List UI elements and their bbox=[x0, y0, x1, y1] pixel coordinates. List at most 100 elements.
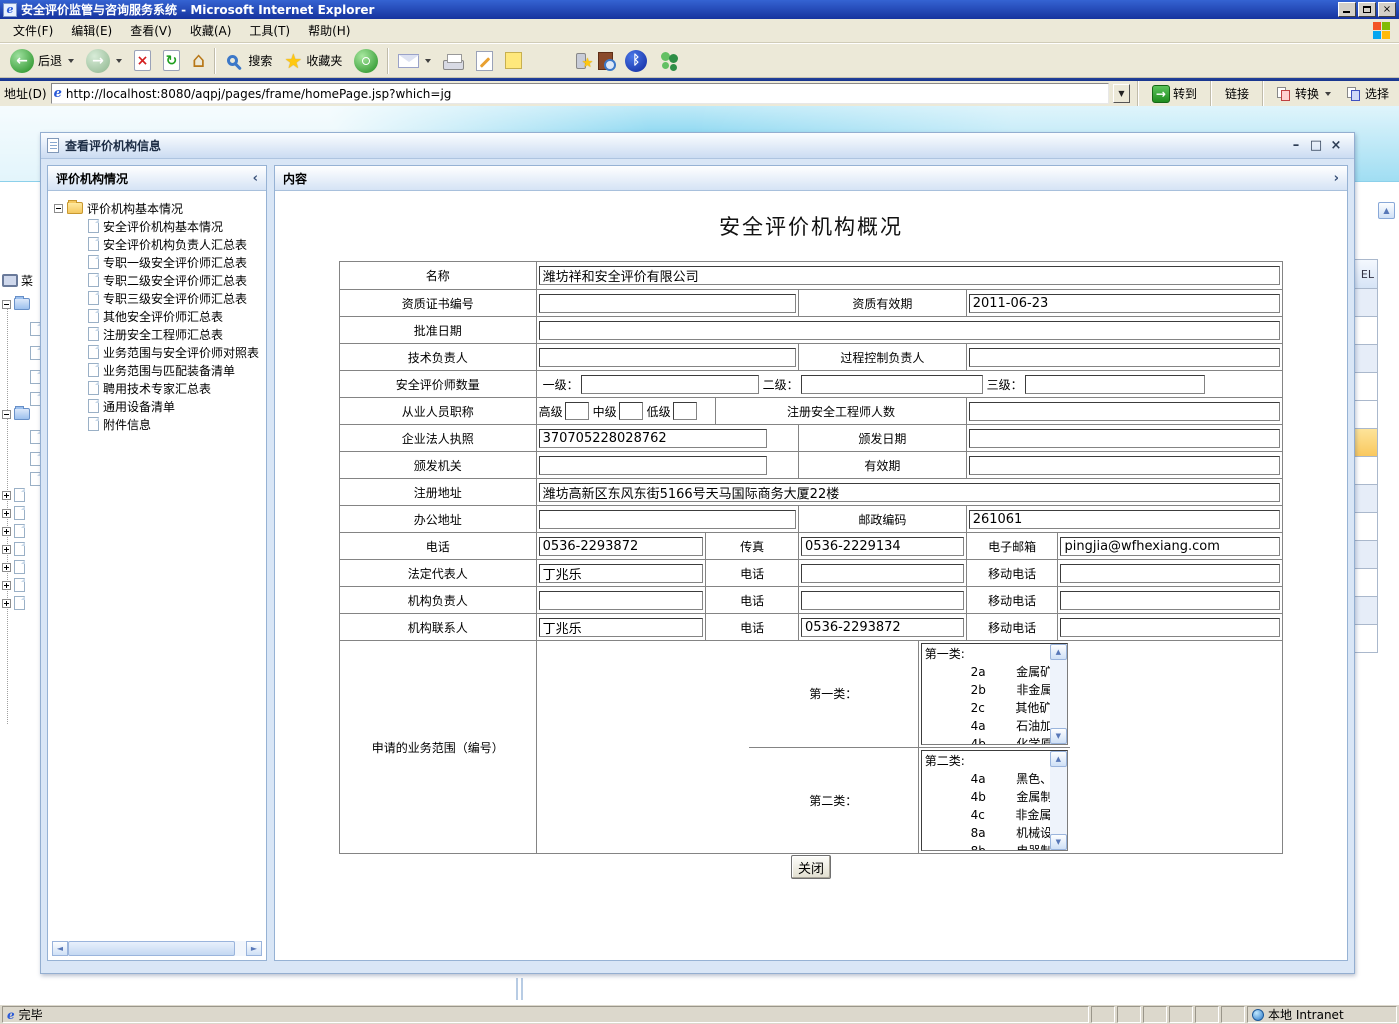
tree-item-label[interactable]: 专职一级安全评价师汇总表 bbox=[103, 254, 247, 271]
tree-item[interactable]: 专职三级安全评价师汇总表 bbox=[54, 289, 264, 307]
office-address-input[interactable] bbox=[539, 510, 796, 529]
address-input[interactable]: e http://localhost:8080/aqpj/pages/frame… bbox=[51, 83, 1109, 104]
mobile-favorites-button[interactable] bbox=[570, 46, 592, 76]
address-url[interactable]: http://localhost:8080/aqpj/pages/frame/h… bbox=[66, 87, 452, 101]
textarea-scrollbar[interactable]: ▲ ▼ bbox=[1050, 644, 1067, 744]
tree-item-label[interactable]: 安全评价机构负责人汇总表 bbox=[103, 236, 247, 253]
frame-splitter[interactable] bbox=[516, 978, 523, 1000]
close-form-button[interactable]: 关闭 bbox=[791, 855, 831, 879]
tree-collapse-icon[interactable] bbox=[54, 204, 63, 213]
mail-dropdown-icon[interactable] bbox=[425, 59, 431, 63]
select-button[interactable]: 选择 bbox=[1341, 79, 1395, 109]
dialog-maximize-icon[interactable]: □ bbox=[1306, 138, 1326, 153]
org-contact-phone-input[interactable] bbox=[801, 618, 964, 637]
print-button[interactable] bbox=[437, 46, 470, 76]
convert-button[interactable]: 转换 bbox=[1271, 79, 1337, 109]
bluetooth-button[interactable]: ᛒ bbox=[619, 46, 653, 76]
tree-item-label[interactable]: 安全评价机构基本情况 bbox=[103, 218, 223, 235]
minimize-button[interactable] bbox=[1338, 2, 1356, 17]
tree-item-label[interactable]: 专职三级安全评价师汇总表 bbox=[103, 290, 247, 307]
org-head-input[interactable] bbox=[539, 591, 704, 610]
tree-item-label[interactable]: 附件信息 bbox=[103, 416, 151, 433]
tree-expand-icon[interactable] bbox=[2, 599, 11, 608]
org-contact-input[interactable] bbox=[539, 618, 704, 637]
postcode-input[interactable] bbox=[969, 510, 1280, 529]
level1-count-input[interactable] bbox=[581, 375, 759, 394]
tree-collapse-icon[interactable] bbox=[2, 300, 11, 309]
close-button[interactable]: × bbox=[1378, 2, 1396, 17]
convert-dropdown-icon[interactable] bbox=[1325, 92, 1331, 96]
textarea-scrollbar[interactable]: ▲ ▼ bbox=[1050, 751, 1067, 851]
issue-org-input[interactable] bbox=[539, 456, 767, 475]
org-head-phone-input[interactable] bbox=[801, 591, 964, 610]
tree-collapse-icon[interactable] bbox=[2, 410, 11, 419]
level2-count-input[interactable] bbox=[801, 375, 983, 394]
scroll-up-icon[interactable]: ▲ bbox=[1050, 751, 1067, 767]
favorites-button[interactable]: ★ 收藏夹 bbox=[278, 46, 348, 76]
scrollbar-thumb[interactable] bbox=[68, 941, 235, 956]
menu-favorites[interactable]: 收藏(A) bbox=[181, 19, 241, 42]
name-input[interactable] bbox=[539, 266, 1280, 285]
tree-item-label[interactable]: 其他安全评价师汇总表 bbox=[103, 308, 223, 325]
tree-item-label[interactable]: 通用设备清单 bbox=[103, 398, 175, 415]
category1-textarea[interactable] bbox=[921, 643, 1068, 745]
tree-item[interactable]: 聘用技术专家汇总表 bbox=[54, 379, 264, 397]
dialog-minimize-icon[interactable]: – bbox=[1286, 138, 1306, 153]
tree-item[interactable]: 专职一级安全评价师汇总表 bbox=[54, 253, 264, 271]
research-button[interactable] bbox=[592, 46, 619, 76]
messenger-button[interactable] bbox=[653, 46, 687, 76]
scroll-up-icon[interactable]: ▲ bbox=[1050, 644, 1067, 660]
tree-expand-icon[interactable] bbox=[2, 563, 11, 572]
menu-tools[interactable]: 工具(T) bbox=[240, 19, 299, 42]
junior-count-input[interactable] bbox=[673, 402, 697, 420]
tree-item[interactable]: 安全评价机构负责人汇总表 bbox=[54, 235, 264, 253]
org-contact-mobile-input[interactable] bbox=[1060, 618, 1280, 637]
scroll-up-icon[interactable]: ▲ bbox=[1378, 202, 1395, 219]
content-expand-icon[interactable]: › bbox=[1334, 171, 1339, 186]
menu-help[interactable]: 帮助(H) bbox=[299, 19, 359, 42]
go-button[interactable]: → 转到 bbox=[1146, 85, 1203, 103]
dialog-titlebar[interactable]: 查看评价机构信息 – □ × bbox=[41, 133, 1354, 159]
cert-valid-input[interactable] bbox=[969, 294, 1280, 313]
tree-expand-icon[interactable] bbox=[2, 509, 11, 518]
phone-input[interactable] bbox=[539, 537, 704, 556]
senior-count-input[interactable] bbox=[565, 402, 589, 420]
forward-button[interactable]: → bbox=[80, 46, 128, 76]
sidebar-collapse-icon[interactable]: ‹ bbox=[253, 171, 258, 186]
scroll-right-icon[interactable]: ► bbox=[246, 941, 262, 956]
tree-item[interactable]: 业务范围与安全评价师对照表 bbox=[54, 343, 264, 361]
tree-item[interactable]: 其他安全评价师汇总表 bbox=[54, 307, 264, 325]
tree-item-label[interactable]: 注册安全工程师汇总表 bbox=[103, 326, 223, 343]
menu-edit[interactable]: 编辑(E) bbox=[62, 19, 121, 42]
email-input[interactable] bbox=[1060, 537, 1280, 556]
fax-input[interactable] bbox=[801, 537, 964, 556]
middle-count-input[interactable] bbox=[619, 402, 643, 420]
tree-item[interactable]: 安全评价机构基本情况 bbox=[54, 217, 264, 235]
tree-expand-icon[interactable] bbox=[2, 491, 11, 500]
org-head-mobile-input[interactable] bbox=[1060, 591, 1280, 610]
tree-root-label[interactable]: 评价机构基本情况 bbox=[87, 200, 183, 217]
history-button[interactable] bbox=[348, 46, 384, 76]
tree-item-label[interactable]: 业务范围与安全评价师对照表 bbox=[103, 344, 259, 361]
notes-button[interactable] bbox=[499, 46, 528, 76]
menu-view[interactable]: 查看(V) bbox=[121, 19, 181, 42]
level3-count-input[interactable] bbox=[1025, 375, 1205, 394]
reg-address-input[interactable] bbox=[539, 483, 1280, 502]
tree-expand-icon[interactable] bbox=[2, 527, 11, 536]
home-button[interactable]: ⌂ bbox=[186, 46, 211, 76]
license-input[interactable] bbox=[539, 429, 767, 448]
tree-item[interactable]: 专职二级安全评价师汇总表 bbox=[54, 271, 264, 289]
valid-period-input[interactable] bbox=[969, 456, 1280, 475]
back-button[interactable]: ← 后退 bbox=[4, 46, 80, 76]
tech-head-input[interactable] bbox=[539, 348, 796, 367]
scroll-left-icon[interactable]: ◄ bbox=[52, 941, 68, 956]
refresh-button[interactable]: ↻ bbox=[157, 46, 186, 76]
address-dropdown-button[interactable]: ▼ bbox=[1113, 84, 1130, 103]
mail-button[interactable] bbox=[392, 46, 437, 76]
links-button[interactable]: 链接 bbox=[1219, 79, 1255, 109]
forward-dropdown-icon[interactable] bbox=[116, 59, 122, 63]
menu-file[interactable]: 文件(F) bbox=[4, 19, 62, 42]
restore-button[interactable] bbox=[1358, 2, 1376, 17]
legal-rep-mobile-input[interactable] bbox=[1060, 564, 1280, 583]
scroll-down-icon[interactable]: ▼ bbox=[1050, 728, 1067, 744]
